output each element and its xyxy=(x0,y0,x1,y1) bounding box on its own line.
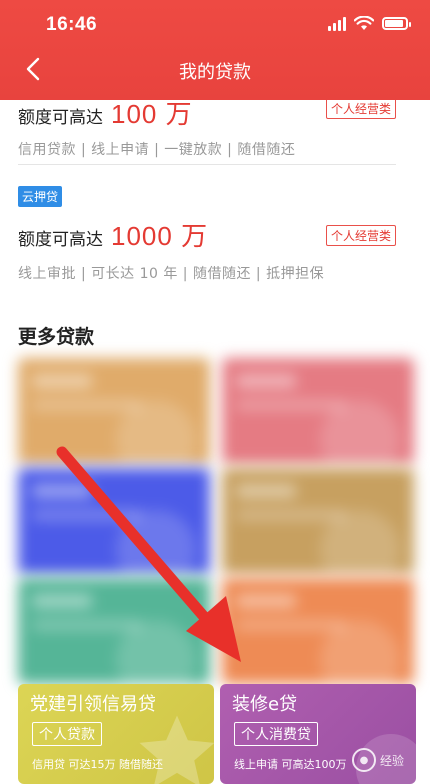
loan-amount: 100 万 xyxy=(111,100,193,129)
loan-item[interactable]: 额度可高达 100 万 个人经营类 信用贷款 | 线上申请 | 一键放款 | 随… xyxy=(18,100,396,159)
loan-tile[interactable] xyxy=(222,578,414,684)
loan-label: 额度可高达 xyxy=(18,230,103,250)
signal-icon xyxy=(328,16,346,31)
loan-tag: 个人经营类 xyxy=(325,100,396,119)
card-tag: 个人贷款 xyxy=(32,722,102,746)
loan-desc: 信用贷款 | 线上申请 | 一键放款 | 随借随还 xyxy=(18,142,296,158)
page-title: 我的贷款 xyxy=(179,62,251,83)
paw-icon: ● xyxy=(351,748,376,772)
loan-tile[interactable] xyxy=(18,358,210,464)
battery-icon xyxy=(382,17,411,30)
header: 16:46 我的贷款 xyxy=(0,0,430,100)
loan-item[interactable]: 额度可高达 1000 万 个人经营类 线上审批 | 可长达 10 年 | 随借随… xyxy=(18,216,396,283)
loan-desc: 线上审批 | 可长达 10 年 | 随借随还 | 抵押担保 xyxy=(18,266,325,282)
loan-amount: 1000 万 xyxy=(111,221,209,251)
status-time: 16:46 xyxy=(46,14,98,35)
status-bar: 16:46 xyxy=(0,0,430,48)
loan-tile[interactable] xyxy=(18,578,210,684)
loan-card-party-credit[interactable]: 党建引领信易贷 个人贷款 信用贷 可达15万 随借随还 xyxy=(18,684,214,784)
loan-card-renovation[interactable]: 装修e贷 个人消费贷 线上申请 可高达100万 ● 经验 xyxy=(220,684,416,784)
content: 额度可高达 100 万 个人经营类 信用贷款 | 线上申请 | 一键放款 | 随… xyxy=(0,100,430,784)
section-title: 更多贷款 xyxy=(18,326,95,348)
card-title: 党建引领信易贷 xyxy=(30,694,156,715)
divider xyxy=(18,164,396,165)
loan-tile[interactable] xyxy=(222,468,414,574)
loan-badge: 云押贷 xyxy=(18,186,63,207)
card-desc: 信用贷 可达15万 随借随还 xyxy=(32,758,163,771)
nav-bar: 我的贷款 xyxy=(0,48,430,92)
card-title: 装修e贷 xyxy=(232,694,298,715)
wifi-icon xyxy=(354,16,374,30)
loan-tile[interactable] xyxy=(18,468,210,574)
star-icon xyxy=(139,715,214,784)
loan-label: 额度可高达 xyxy=(18,108,103,128)
watermark-text: 经验 xyxy=(379,753,404,768)
loan-tag: 个人经营类 xyxy=(325,225,396,246)
status-icons xyxy=(328,16,411,31)
card-desc: 线上申请 可高达100万 xyxy=(234,758,347,771)
card-tag: 个人消费贷 xyxy=(234,722,318,746)
loan-tile[interactable] xyxy=(222,358,414,464)
watermark: ● 经验 xyxy=(351,748,404,772)
